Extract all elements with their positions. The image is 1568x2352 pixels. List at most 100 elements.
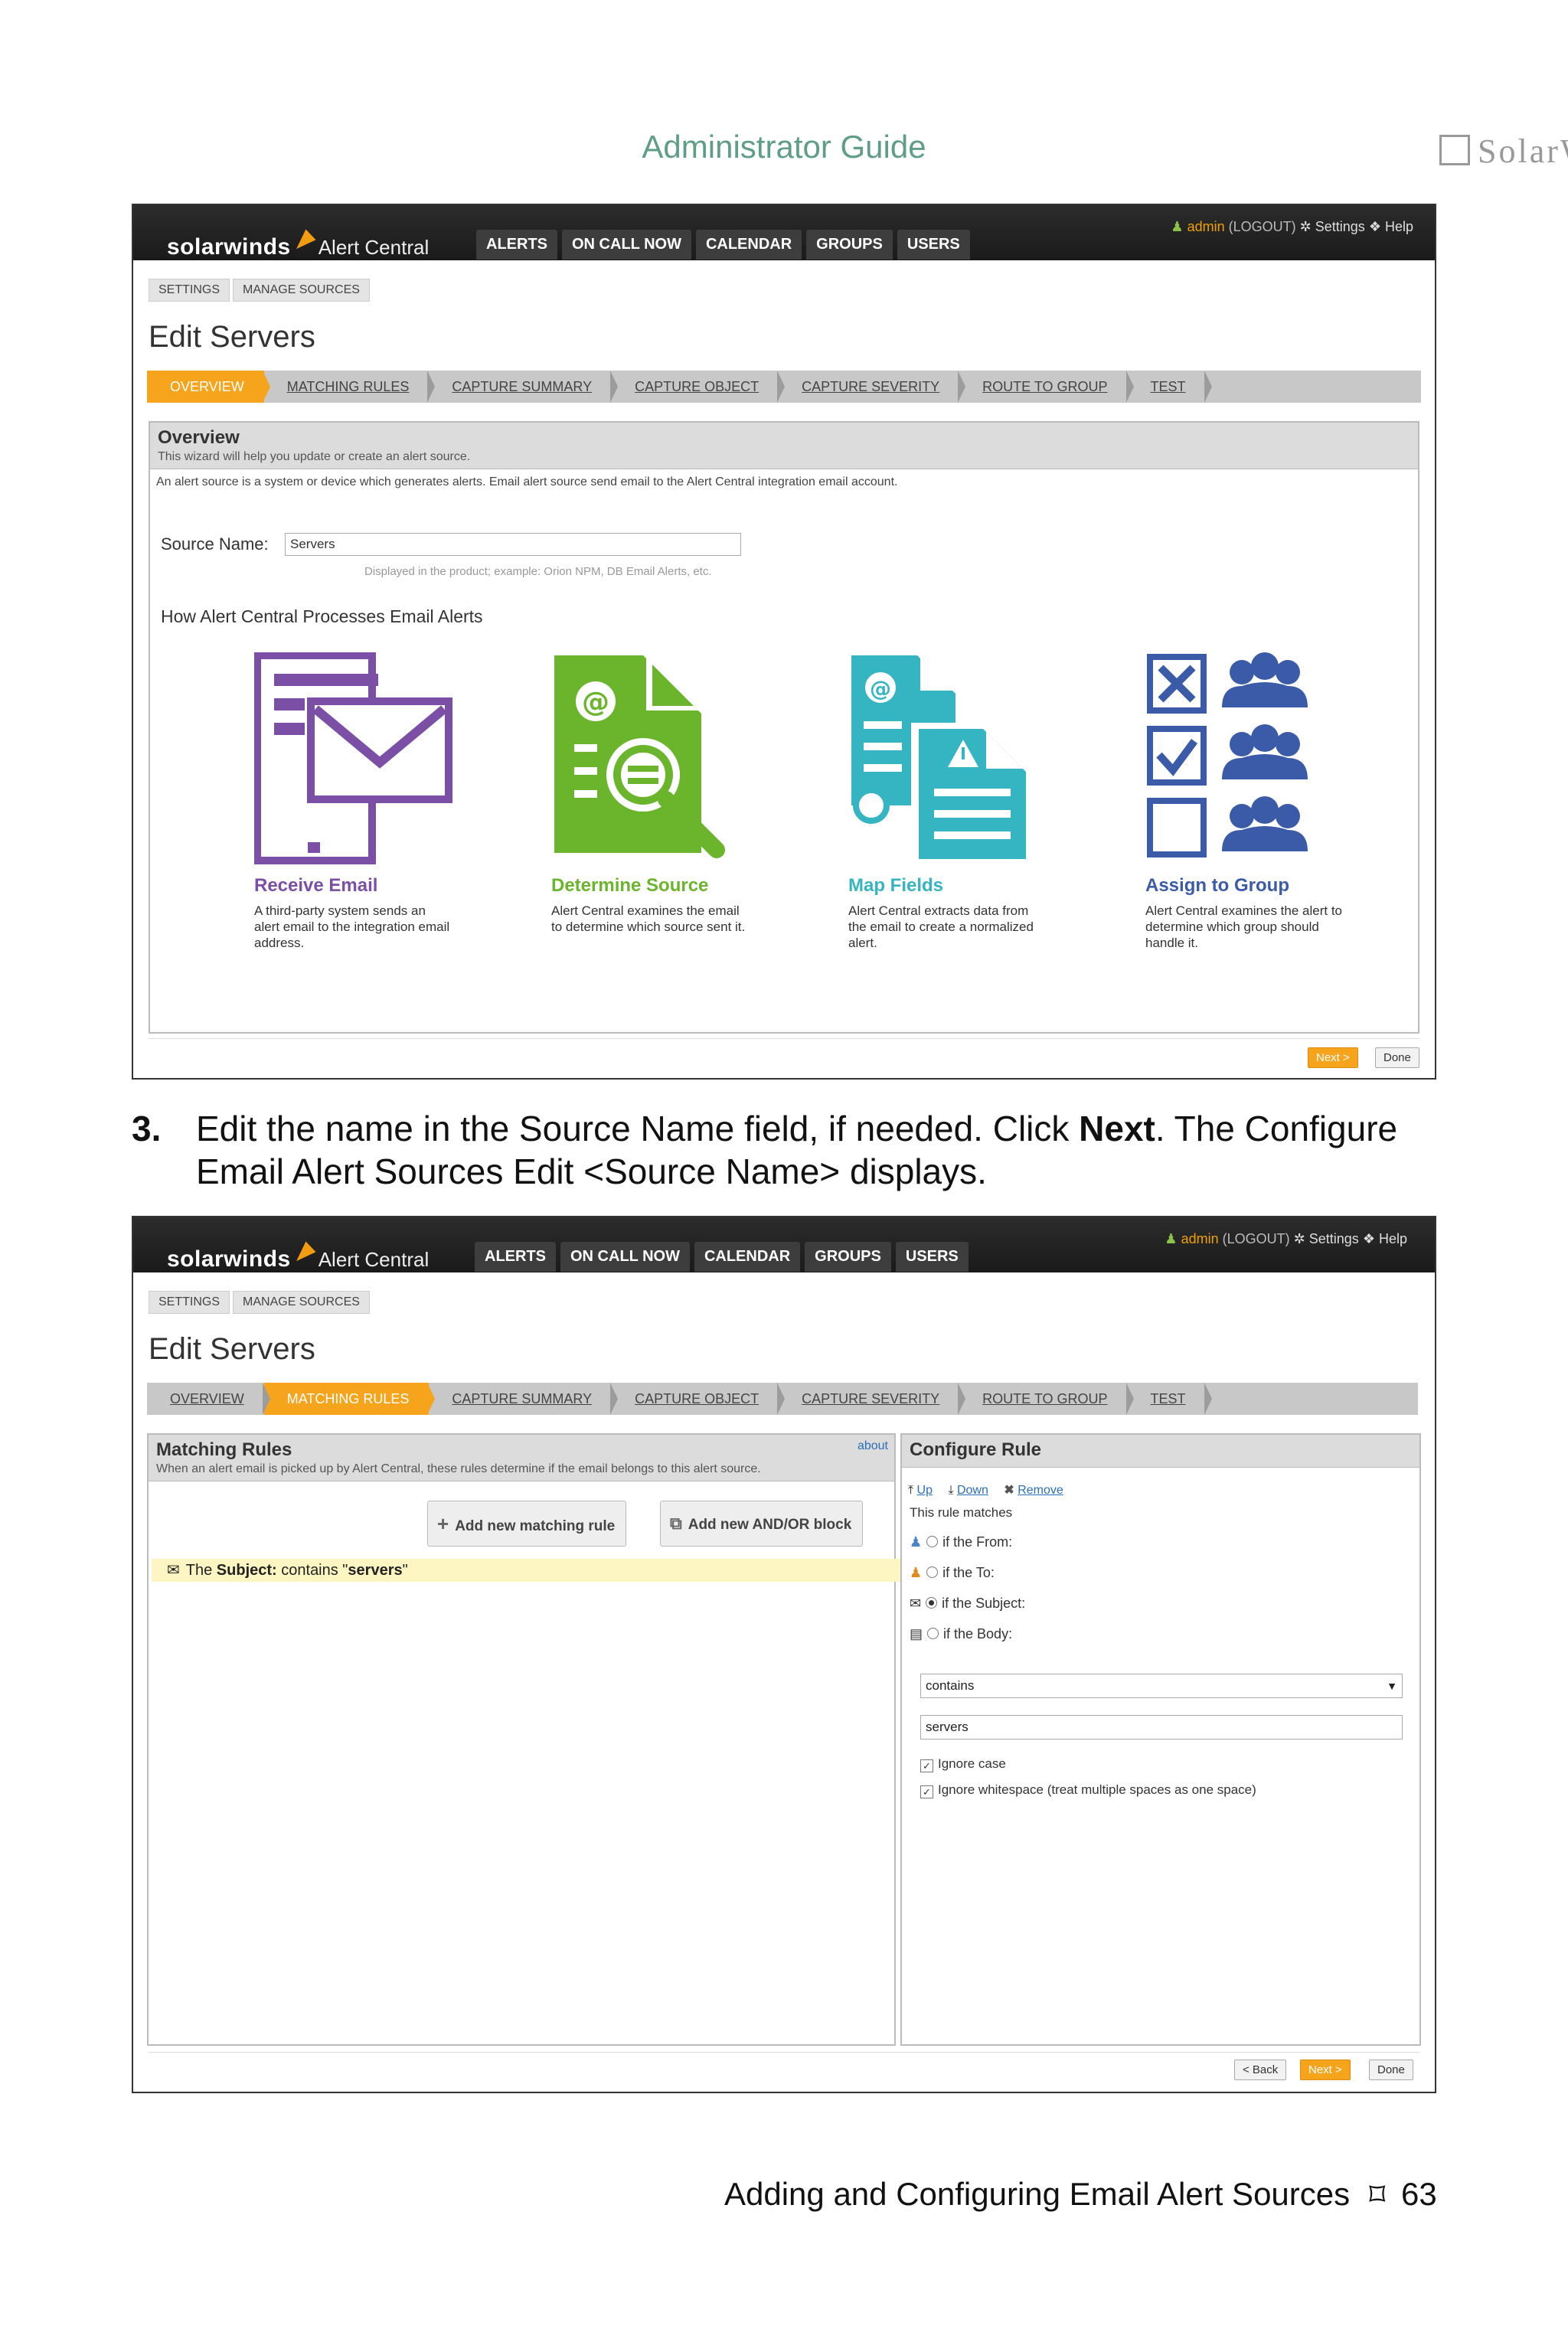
- configure-rule-header: Configure Rule: [902, 1435, 1419, 1468]
- overview-subtitle: This wizard will help you update or crea…: [158, 450, 471, 463]
- wizard-steps: OVERVIEW MATCHING RULES CAPTURE SUMMARY …: [147, 1383, 1418, 1415]
- ignore-case-option[interactable]: ✓ Ignore case: [920, 1756, 1006, 1772]
- logout-link[interactable]: (LOGOUT): [1229, 219, 1296, 234]
- step-number: 3.: [132, 1109, 162, 1148]
- radio-to[interactable]: [926, 1566, 939, 1578]
- done-button[interactable]: Done: [1369, 2060, 1413, 2080]
- nav-users[interactable]: USERS: [897, 230, 970, 260]
- step-capture-summary[interactable]: CAPTURE SUMMARY: [429, 371, 618, 403]
- main-nav: ALERTS ON CALL NOW CALENDAR GROUPS USERS: [475, 1242, 969, 1272]
- done-button[interactable]: Done: [1375, 1047, 1419, 1068]
- source-name-input[interactable]: Servers: [285, 533, 741, 556]
- wizard-steps: OVERVIEW MATCHING RULES CAPTURE SUMMARY …: [147, 371, 1421, 403]
- document-search-icon: @: [554, 655, 725, 858]
- breadcrumb-settings[interactable]: SETTINGS: [149, 1291, 230, 1314]
- option-to[interactable]: ♟ if the To:: [910, 1565, 995, 1581]
- brand-logo: solarwinds Alert Central: [167, 1239, 430, 1272]
- matching-rules-panel: Matching Rules When an alert email is pi…: [147, 1433, 906, 2046]
- operator-select[interactable]: contains ▼: [920, 1674, 1403, 1698]
- step-text: Edit the name in the Source Name field, …: [196, 1107, 1467, 1193]
- overview-title: Overview: [158, 427, 240, 448]
- matching-rules-subtitle: When an alert email is picked up by Aler…: [156, 1462, 761, 1475]
- add-matching-rule-label: Add new matching rule: [455, 1518, 616, 1534]
- logout-link[interactable]: (LOGOUT): [1223, 1231, 1290, 1246]
- step-test[interactable]: TEST: [1128, 371, 1212, 403]
- step-capture-severity[interactable]: CAPTURE SEVERITY: [779, 371, 966, 403]
- logo-box-icon: [1439, 135, 1470, 165]
- page-number: 63: [1401, 2176, 1437, 2212]
- back-button[interactable]: < Back: [1234, 2060, 1287, 2080]
- chevron-down-icon: ▼: [1387, 1680, 1397, 1692]
- nav-calendar[interactable]: CALENDAR: [695, 230, 802, 260]
- svg-text:@: @: [582, 687, 609, 718]
- nav-users[interactable]: USERS: [895, 1242, 969, 1272]
- email-phone-icon: [253, 652, 452, 864]
- screenshot-matching-rules: solarwinds Alert Central ALERTS ON CALL N…: [132, 1216, 1436, 2093]
- step-capture-severity[interactable]: CAPTURE SEVERITY: [779, 1383, 966, 1415]
- user-name[interactable]: admin: [1187, 219, 1225, 234]
- radio-body[interactable]: [927, 1628, 939, 1639]
- ignore-whitespace-option[interactable]: ✓ Ignore whitespace (treat multiple space…: [920, 1782, 1256, 1798]
- header-logo: SolarW: [1439, 132, 1568, 171]
- feature-receive-email: Receive Email A third-party system sends…: [253, 652, 499, 951]
- document-icon: ▤: [910, 1626, 923, 1642]
- nav-on-call-now[interactable]: ON CALL NOW: [562, 230, 691, 260]
- option-subject[interactable]: ✉ if the Subject:: [910, 1596, 1025, 1612]
- ignore-whitespace-checkbox[interactable]: ✓: [920, 1785, 933, 1798]
- product-name: Alert Central: [318, 1248, 430, 1271]
- help-icon: ❖: [1362, 1231, 1375, 1246]
- add-matching-rule-button[interactable]: + Add new matching rule: [427, 1501, 627, 1547]
- move-up-link[interactable]: Up: [917, 1484, 933, 1497]
- breadcrumb-manage-sources[interactable]: MANAGE SOURCES: [233, 1291, 370, 1314]
- option-body-label: if the Body:: [943, 1626, 1013, 1642]
- ignore-case-checkbox[interactable]: ✓: [920, 1759, 933, 1772]
- user-bar: ♟ admin (LOGOUT) ✲ Settings ❖ Help: [1171, 219, 1413, 235]
- rule-operator: contains ": [276, 1562, 348, 1579]
- radio-subject[interactable]: [926, 1597, 938, 1609]
- feature-map-fields: @ Map Fields Alert Central extracts data…: [848, 652, 1093, 951]
- step-matching-rules[interactable]: MATCHING RULES: [263, 1383, 436, 1415]
- step-matching-rules[interactable]: MATCHING RULES: [264, 371, 436, 403]
- arrow-up-icon: ⤒: [908, 1484, 914, 1497]
- next-button[interactable]: Next >: [1300, 2060, 1351, 2080]
- step-route-to-group[interactable]: ROUTE TO GROUP: [959, 371, 1134, 403]
- nav-groups[interactable]: GROUPS: [806, 230, 893, 260]
- option-from[interactable]: ♟ if the From:: [910, 1534, 1012, 1550]
- settings-link[interactable]: Settings: [1315, 219, 1365, 234]
- step-overview[interactable]: OVERVIEW: [147, 1383, 270, 1415]
- nav-alerts[interactable]: ALERTS: [475, 1242, 556, 1272]
- matching-rule-row[interactable]: ✉ The Subject: contains "servers": [152, 1559, 906, 1582]
- step-test[interactable]: TEST: [1128, 1383, 1212, 1415]
- move-down-link[interactable]: Down: [957, 1484, 988, 1497]
- user-icon: ♟: [1165, 1231, 1178, 1246]
- help-link[interactable]: Help: [1385, 219, 1413, 234]
- user-bar: ♟ admin (LOGOUT) ✲ Settings ❖ Help: [1165, 1231, 1407, 1247]
- value-input[interactable]: servers: [920, 1715, 1403, 1740]
- user-name[interactable]: admin: [1181, 1231, 1219, 1246]
- option-body[interactable]: ▤ if the Body:: [910, 1626, 1012, 1642]
- feature-desc: Alert Central extracts data from the ema…: [848, 903, 1034, 950]
- next-button[interactable]: Next >: [1308, 1047, 1358, 1068]
- nav-alerts[interactable]: ALERTS: [476, 230, 557, 260]
- add-and-or-block-button[interactable]: ⧉ Add new AND/OR block: [660, 1501, 864, 1547]
- main-nav: ALERTS ON CALL NOW CALENDAR GROUPS USERS: [476, 230, 970, 260]
- help-link[interactable]: Help: [1379, 1231, 1407, 1246]
- radio-from[interactable]: [926, 1536, 939, 1547]
- settings-link[interactable]: Settings: [1309, 1231, 1359, 1246]
- step-capture-summary[interactable]: CAPTURE SUMMARY: [429, 1383, 618, 1415]
- breadcrumb-manage-sources[interactable]: MANAGE SOURCES: [233, 279, 370, 302]
- step-capture-object[interactable]: CAPTURE OBJECT: [612, 1383, 786, 1415]
- remove-link[interactable]: Remove: [1018, 1484, 1063, 1497]
- step-capture-object[interactable]: CAPTURE OBJECT: [612, 371, 786, 403]
- step-route-to-group[interactable]: ROUTE TO GROUP: [959, 1383, 1134, 1415]
- step-overview[interactable]: OVERVIEW: [147, 371, 270, 403]
- nav-calendar[interactable]: CALENDAR: [694, 1242, 801, 1272]
- breadcrumb-settings[interactable]: SETTINGS: [149, 279, 230, 302]
- process-heading: How Alert Central Processes Email Alerts: [161, 606, 483, 626]
- step-text-before: Edit the name in the Source Name field, …: [196, 1109, 1080, 1148]
- feature-desc: Alert Central examines the alert to dete…: [1145, 903, 1343, 950]
- nav-groups[interactable]: GROUPS: [805, 1242, 891, 1272]
- about-link[interactable]: about: [858, 1439, 888, 1453]
- nav-on-call-now[interactable]: ON CALL NOW: [560, 1242, 690, 1272]
- add-and-or-block-label: Add new AND/OR block: [688, 1517, 852, 1533]
